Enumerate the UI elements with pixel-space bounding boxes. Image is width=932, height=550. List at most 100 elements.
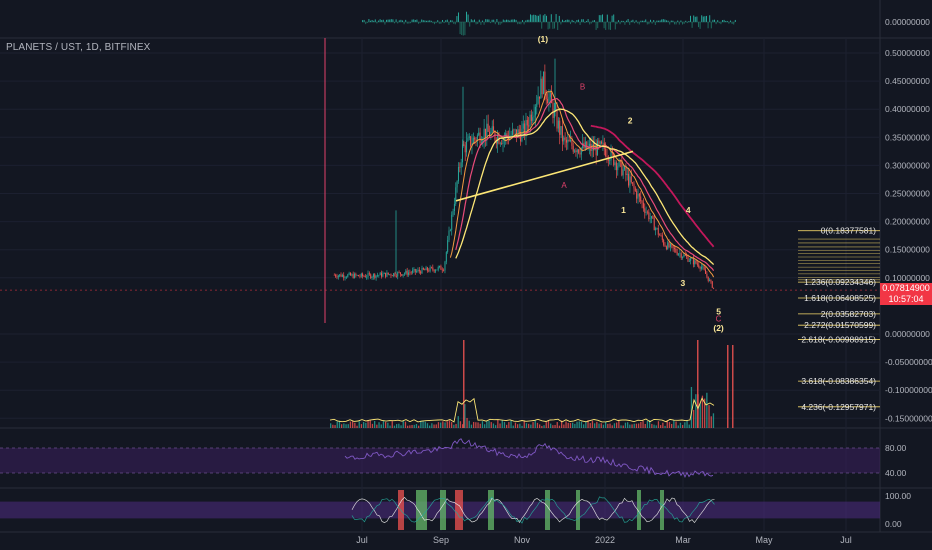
histogram-bar <box>614 22 616 30</box>
histogram-bar <box>474 19 475 22</box>
candle-body <box>402 274 404 276</box>
candle-body <box>705 269 707 274</box>
histogram-bar <box>494 22 496 25</box>
volume-bar <box>640 421 642 428</box>
volume-bar <box>451 422 453 428</box>
volume-spike <box>463 340 465 428</box>
histogram-bar <box>549 22 551 29</box>
candle-body <box>530 114 532 121</box>
histogram-bar <box>627 19 629 22</box>
histogram-bar <box>571 19 573 22</box>
candle-body <box>405 270 407 274</box>
candle-body <box>637 193 639 199</box>
histogram-bar <box>678 22 680 25</box>
candle-body <box>344 277 346 279</box>
histogram-bar <box>616 22 618 25</box>
candle-body <box>571 139 573 146</box>
histogram-bar <box>557 22 559 30</box>
candle-body <box>633 183 635 189</box>
histogram-bar <box>403 22 405 25</box>
candle-body <box>683 254 685 257</box>
volume-bar <box>347 424 349 428</box>
candle-body <box>432 267 434 270</box>
candle-body <box>335 275 337 277</box>
volume-bar <box>448 420 451 428</box>
price-axis-tick: 0.10000000 <box>885 273 930 283</box>
candle-body <box>439 265 441 268</box>
candle-body <box>609 160 611 161</box>
candle-body <box>646 211 648 213</box>
candle-body <box>383 272 385 274</box>
stoch-signal-zone <box>576 490 580 530</box>
stoch-signal-zone <box>488 490 494 530</box>
volume-bar <box>501 420 503 428</box>
candle-body <box>605 149 607 157</box>
volume-spike <box>727 345 729 428</box>
stochastic-panel <box>0 490 880 530</box>
volume-bar <box>468 420 470 428</box>
candle-body <box>389 274 391 275</box>
candle-body <box>656 227 658 229</box>
candle-body <box>398 272 400 273</box>
volume-bar <box>398 423 400 428</box>
volume-bar <box>334 425 336 428</box>
volume-bar <box>675 421 677 428</box>
candle-body <box>655 228 657 231</box>
candle-body <box>696 263 698 265</box>
candle-body <box>363 276 365 277</box>
volume-bar <box>580 421 583 428</box>
histogram-bar <box>454 22 456 25</box>
histogram-bar <box>387 19 389 22</box>
histogram-bar <box>682 22 683 25</box>
candle-body <box>440 265 442 270</box>
volume-bar <box>343 423 345 428</box>
histogram-bar <box>368 19 370 22</box>
volume-bar <box>407 425 409 428</box>
histogram-bar <box>589 22 591 25</box>
chart-canvas[interactable]: 0(0.18377581) 1.236(0.09234346) 1.618(0.06… <box>0 0 932 550</box>
candle-body <box>661 235 663 240</box>
volume-bar <box>519 423 521 428</box>
candle-body <box>598 140 600 144</box>
volume-bar <box>591 420 594 428</box>
histogram-bar <box>712 19 714 22</box>
fib-label: 1.236(0.09234346) <box>804 277 876 287</box>
volume-bar <box>360 424 363 428</box>
corrective-label: C <box>716 315 722 324</box>
volume-bar <box>528 423 530 428</box>
wave-label: 3 <box>681 278 686 288</box>
histogram-bar <box>405 19 407 22</box>
candle-body <box>358 275 360 277</box>
volume-bar <box>396 424 398 428</box>
histogram-bar <box>587 19 589 22</box>
histogram-bar <box>661 19 663 22</box>
fib-label: 1.618(0.06408525) <box>804 293 876 303</box>
histogram-bar <box>603 22 605 29</box>
candle-body <box>695 260 697 264</box>
volume-bar <box>426 423 429 428</box>
volume-bar <box>539 424 541 428</box>
volume-bar <box>473 421 475 428</box>
histogram-bar <box>629 22 631 25</box>
histogram-bar <box>379 19 381 22</box>
volume-bar <box>668 422 671 428</box>
candle-body <box>474 137 476 140</box>
candle-body <box>418 269 420 272</box>
candle-body <box>676 252 678 255</box>
candle-body <box>394 273 396 276</box>
candle-body <box>703 266 705 270</box>
candle-body <box>549 93 551 98</box>
time-axis-tick: 2022 <box>595 535 615 545</box>
volume-bar <box>409 425 411 428</box>
volume-bar <box>358 421 360 428</box>
candle-body <box>624 166 626 170</box>
volume-bar <box>627 422 629 428</box>
histogram-bar <box>702 16 704 22</box>
candle-body <box>634 188 636 191</box>
histogram-bar <box>595 22 597 30</box>
volume-bar <box>422 420 424 428</box>
candle-body <box>339 274 341 276</box>
candle-body <box>486 123 488 139</box>
histogram-bar <box>446 19 448 22</box>
volume-bar <box>550 423 552 428</box>
